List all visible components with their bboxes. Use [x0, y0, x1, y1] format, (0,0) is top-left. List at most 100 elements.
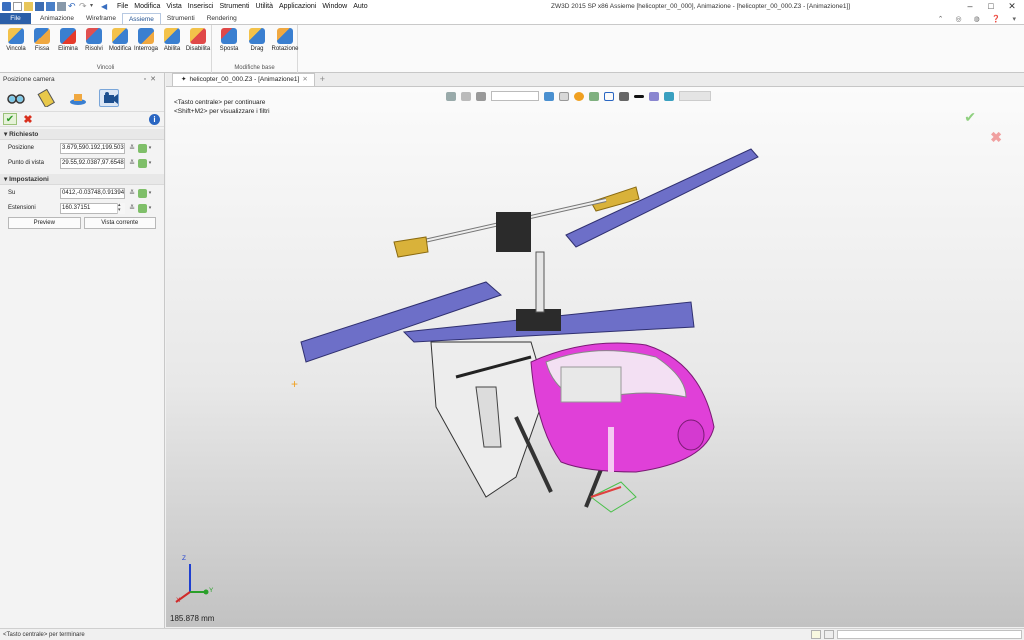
qa-dropdown-icon[interactable]: ▾ [90, 2, 99, 11]
section-title-richiesto[interactable]: ▾ Richiesto [0, 129, 164, 140]
panel-header-buttons: ▫✕ [144, 73, 160, 87]
drag-icon [249, 28, 265, 44]
menu-window[interactable]: Window [319, 0, 350, 13]
doc-tab-close-icon[interactable]: ✕ [302, 74, 307, 86]
rotazione-icon [277, 28, 293, 44]
close-icon[interactable]: ✕ [1008, 0, 1016, 13]
undo-icon[interactable]: ↶ [68, 2, 77, 11]
risolvi-button[interactable]: Risolvi [82, 25, 106, 52]
posizione-input[interactable]: 3.679,590.192,199.503 [60, 142, 125, 154]
panel-title: Posizione camera [3, 76, 55, 83]
menu-applicazioni[interactable]: Applicazioni [276, 0, 319, 13]
tab-file[interactable]: File [0, 13, 31, 24]
drag-button[interactable]: Drag [245, 25, 269, 52]
menu-vista[interactable]: Vista [163, 0, 184, 13]
print-icon[interactable] [57, 2, 66, 11]
tab-rendering[interactable]: Rendering [201, 13, 243, 24]
minimize-icon[interactable]: – [966, 0, 974, 13]
menu-strumenti[interactable]: Strumenti [216, 0, 252, 13]
camera-icon[interactable] [99, 89, 119, 107]
tab-assieme[interactable]: Assieme [121, 13, 161, 24]
punto-di-vista-input[interactable]: 29.55,92.0387,97.6548 [60, 157, 125, 169]
settings-icon[interactable]: ◎ [956, 15, 962, 23]
posizione-pick-icon[interactable] [138, 143, 147, 153]
interroga-button[interactable]: Interroga [134, 25, 158, 52]
punto-di-vista-label: Punto di vista [8, 160, 45, 166]
save-as-icon[interactable] [46, 2, 55, 11]
su-expand-icon[interactable]: ≚ [128, 189, 136, 197]
menu-file[interactable]: File [114, 0, 131, 13]
estensioni-expand-icon[interactable]: ≚ [128, 204, 136, 212]
abilita-button[interactable]: Abilita [160, 25, 184, 52]
posizione-dropdown-icon[interactable]: ▾ [147, 145, 153, 151]
estensioni-spinner[interactable]: ▴ ▾ [117, 202, 125, 214]
status-snap-icon[interactable] [824, 630, 834, 639]
menu-utilita[interactable]: Utilità [252, 0, 276, 13]
modifica-icon [112, 28, 128, 44]
estensioni-pick-icon[interactable] [138, 203, 147, 213]
punto-pick-icon[interactable] [138, 158, 147, 168]
globe-icon[interactable]: ◍ [974, 15, 980, 23]
3d-viewport[interactable]: <Tasto centrale> per continuare <Shift+M… [166, 87, 1024, 627]
open-folder-icon[interactable] [24, 2, 33, 11]
punto-dropdown-icon[interactable]: ▾ [147, 160, 153, 166]
posizione-row: Posizione 3.679,590.192,199.503 ≚ ▾ [0, 141, 164, 155]
menu-bar: File Modifica Vista Inserisci Strumenti … [114, 0, 371, 13]
vista-corrente-button[interactable]: Vista corrente [83, 217, 156, 229]
menu-auto[interactable]: Auto [350, 0, 370, 13]
tab-animazione[interactable]: Animazione [34, 13, 80, 24]
command-input[interactable] [837, 630, 1022, 639]
tab-wireframe[interactable]: Wireframe [80, 13, 122, 24]
collapse-ribbon-icon[interactable]: ⌃ [938, 15, 944, 23]
maximize-icon[interactable]: □ [987, 0, 995, 13]
doc-tab-helicopter[interactable]: ✦ helicopter_00_000.Z3 - [Animazione1] ✕ [172, 73, 315, 86]
drag-label: Drag [250, 46, 264, 52]
redo-icon[interactable]: ↷ [79, 2, 88, 11]
section-title-impostazioni[interactable]: ▾ Impostazioni [0, 174, 164, 185]
sposta-button[interactable]: Sposta [217, 25, 241, 52]
posizione-label: Posizione [8, 145, 35, 151]
ribbon: Vincola Fissa Elimina Risolvi Modifica I… [0, 25, 1024, 73]
save-icon[interactable] [35, 2, 44, 11]
back-arrow-icon[interactable]: ◀ [101, 2, 110, 11]
su-pick-icon[interactable] [138, 188, 147, 198]
posizione-expand-icon[interactable]: ≚ [128, 144, 136, 152]
cancel-button[interactable]: ✖ [21, 113, 35, 126]
status-grid-icon[interactable] [811, 630, 821, 639]
help-icon[interactable]: ❓ [992, 15, 1001, 23]
canopy-internal [560, 366, 622, 403]
add-tab-icon[interactable]: + [320, 73, 325, 86]
preview-button[interactable]: Preview [8, 217, 81, 229]
estensioni-input[interactable]: 160.37151 [60, 202, 125, 214]
vincola-button[interactable]: Vincola [4, 25, 28, 52]
group-modifiche-base: Sposta Drag Rotazione Modifiche base [212, 25, 299, 73]
distance-readout: 185.878 mm [170, 614, 215, 623]
menu-modifica[interactable]: Modifica [131, 0, 163, 13]
rotazione-button[interactable]: Rotazione [271, 25, 299, 52]
info-icon[interactable]: i [149, 114, 160, 125]
estensioni-dropdown-icon[interactable]: ▾ [147, 205, 153, 211]
panel-buttons: Preview Vista corrente [0, 215, 164, 231]
su-input[interactable]: 0412,-0.03748,0.91394 [60, 187, 125, 199]
punto-expand-icon[interactable]: ≚ [128, 159, 136, 167]
su-dropdown-icon[interactable]: ▾ [147, 190, 153, 196]
elimina-button[interactable]: Elimina [56, 25, 80, 52]
modifica-button[interactable]: Modifica [108, 25, 132, 52]
elimina-icon [60, 28, 76, 44]
ok-button[interactable]: ✔ [3, 113, 17, 125]
disabilita-button[interactable]: Disabilita [186, 25, 210, 52]
new-file-icon[interactable] [13, 2, 22, 11]
tab-strumenti[interactable]: Strumenti [161, 13, 201, 24]
app-logo-icon[interactable] [2, 2, 11, 11]
glasses-icon[interactable] [6, 89, 26, 107]
film-strip-icon[interactable] [37, 88, 57, 109]
menu-inserisci[interactable]: Inserisci [185, 0, 217, 13]
panel-close-icon[interactable]: ✕ [150, 76, 160, 83]
fissa-button[interactable]: Fissa [30, 25, 54, 52]
help-dropdown-icon[interactable]: ▾ [1012, 15, 1016, 23]
panel-actions: ✔ ✖ i [0, 111, 164, 127]
rotazione-label: Rotazione [271, 46, 299, 52]
abilita-icon [164, 28, 180, 44]
scene-icon[interactable] [68, 89, 88, 107]
helicopter-model[interactable] [166, 87, 1024, 627]
